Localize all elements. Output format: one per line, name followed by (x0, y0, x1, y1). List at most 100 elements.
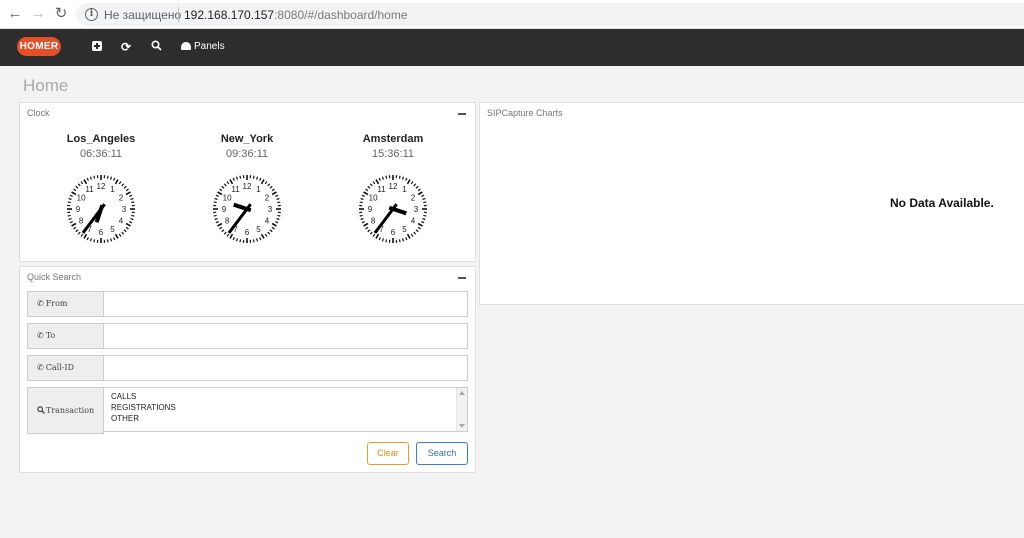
clock-numeral: 12 (389, 182, 398, 191)
clock-numeral: 12 (243, 182, 252, 191)
clock-numeral: 4 (411, 217, 416, 226)
phone-icon: ✆ (37, 299, 44, 308)
clock-time: 15:36:11 (371, 148, 414, 160)
scroll-down-arrow-icon[interactable] (459, 424, 465, 428)
clock-amsterdam: Amsterdam 15:36:11 (338, 133, 448, 160)
transaction-row: Transaction CALLS REGISTRATIONS OTHER (27, 387, 468, 434)
url-text[interactable]: 192.168.170.157:8080/#/dashboard/home (184, 8, 408, 22)
search-icon (37, 406, 45, 414)
clock-panel: Clock Los_Angeles 06:36:11 New_York 09:3… (19, 102, 476, 262)
app-navbar: HOMER ⟳ Panels (0, 29, 1024, 66)
no-data-message: No Data Available. (890, 196, 994, 210)
homer-logo[interactable]: HOMER (17, 37, 61, 56)
clock-time: 06:36:11 (79, 148, 122, 160)
url-divider (178, 7, 179, 22)
clock-city: Amsterdam (362, 133, 424, 145)
clock-numeral: 8 (79, 217, 84, 226)
sipcapture-charts-panel: SIPCapture Charts No Data Available. (479, 102, 1024, 305)
search-icon[interactable] (149, 40, 163, 54)
clock-numeral: 4 (265, 217, 270, 226)
phone-icon: ✆ (37, 331, 44, 340)
url-path: :8080/#/dashboard/home (274, 8, 408, 22)
clock-numeral: 4 (119, 217, 124, 226)
analog-clock-face: 1234567891011 12 (212, 174, 282, 244)
clock-numeral: 12 (97, 182, 106, 191)
reload-button[interactable]: ↻ (52, 5, 70, 23)
forward-button[interactable]: → (29, 5, 47, 23)
quick-search-title: Quick Search (27, 272, 82, 282)
refresh-icon[interactable]: ⟳ (119, 40, 133, 54)
clock-city: Los_Angeles (66, 133, 136, 145)
callid-input[interactable] (104, 355, 468, 381)
clock-numeral: 6 (99, 228, 104, 237)
clock-city: New_York (220, 133, 274, 145)
page-title: Home (23, 76, 69, 95)
url-host: 192.168.170.157 (184, 8, 275, 22)
info-icon[interactable]: i (85, 8, 98, 21)
clock-numeral: 2 (119, 194, 124, 203)
clock-numeral: 5 (402, 225, 407, 234)
clock-numeral: 9 (222, 205, 227, 214)
transaction-label-text: Transaction (46, 406, 95, 415)
clock-new-york: New_York 09:36:11 (192, 133, 302, 160)
transaction-label: Transaction (27, 387, 104, 434)
clock-numeral: 10 (369, 194, 378, 203)
clock-panel-title: Clock (27, 108, 50, 118)
clock-numeral: 6 (391, 228, 396, 237)
analog-clock-face: 1234567891011 12 (358, 174, 428, 244)
panels-menu[interactable]: Panels (181, 41, 225, 52)
to-row: ✆ To (27, 323, 468, 349)
plus-square-icon[interactable] (92, 41, 102, 51)
panels-label: Panels (194, 41, 225, 52)
callid-label: ✆ Call-ID (27, 355, 104, 381)
callid-label-text: Call-ID (45, 363, 74, 372)
quick-search-panel: Quick Search ✆ From ✆ To ✆ Call-ID Transact… (19, 266, 476, 473)
clock-numeral: 10 (77, 194, 86, 203)
phone-icon: ✆ (37, 363, 44, 372)
clock-numeral: 2 (411, 194, 416, 203)
clock-time: 09:36:11 (225, 148, 268, 160)
clock-los-angeles: Los_Angeles 06:36:11 (46, 133, 156, 160)
clock-numeral: 1 (256, 185, 261, 194)
from-label: ✆ From (27, 291, 104, 317)
scroll-up-arrow-icon[interactable] (459, 391, 465, 395)
to-label-text: To (45, 331, 56, 340)
charts-panel-title: SIPCapture Charts (487, 108, 563, 118)
clock-numeral: 9 (76, 205, 81, 214)
clock-numeral: 8 (371, 217, 376, 226)
collapse-icon[interactable] (458, 113, 466, 115)
clock-numeral: 6 (245, 228, 250, 237)
back-button[interactable]: ← (6, 5, 24, 23)
transaction-option[interactable]: REGISTRATIONS (111, 403, 176, 412)
callid-row: ✆ Call-ID (27, 355, 468, 381)
dashboard-icon (181, 42, 191, 50)
address-bar[interactable]: i Не защищено 192.168.170.157:8080/#/das… (76, 3, 1024, 26)
clock-numeral: 3 (122, 205, 127, 214)
clock-numeral: 3 (414, 205, 419, 214)
clock-numeral: 1 (402, 185, 407, 194)
analog-clock-face: 1234567891011 12 (66, 174, 136, 244)
browser-toolbar: ← → ↻ i Не защищено 192.168.170.157:8080… (0, 0, 1024, 29)
clock-numeral: 5 (110, 225, 115, 234)
clock-numeral: 10 (223, 194, 232, 203)
from-input[interactable] (104, 291, 468, 317)
clock-numeral: 11 (85, 185, 94, 194)
clock-numeral: 8 (225, 217, 230, 226)
clock-numeral: 5 (256, 225, 261, 234)
clock-numeral: 11 (231, 185, 240, 194)
clock-numeral: 9 (368, 205, 373, 214)
to-input[interactable] (104, 323, 468, 349)
from-row: ✆ From (27, 291, 468, 317)
transaction-option[interactable]: CALLS (111, 392, 136, 401)
to-label: ✆ To (27, 323, 104, 349)
transaction-select[interactable]: CALLS REGISTRATIONS OTHER (104, 387, 468, 432)
search-button[interactable]: Search (416, 442, 468, 465)
from-label-text: From (45, 299, 68, 308)
collapse-icon[interactable] (458, 277, 466, 279)
clear-button[interactable]: Clear (367, 442, 409, 465)
security-status[interactable]: Не защищено (104, 8, 181, 22)
scrollbar[interactable] (456, 388, 467, 431)
transaction-option[interactable]: OTHER (111, 414, 139, 423)
clock-numeral: 11 (377, 185, 386, 194)
clock-numeral: 3 (268, 205, 273, 214)
